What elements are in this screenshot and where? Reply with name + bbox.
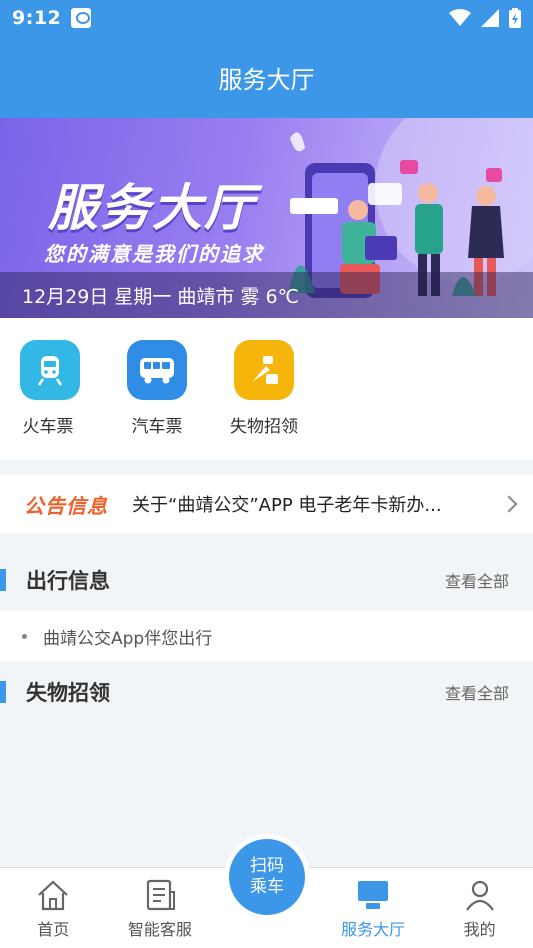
notice-text: 关于“曲靖公交”APP 电子老年卡新办...	[132, 495, 442, 516]
list-item[interactable]: 曲靖公交App伴您出行	[0, 611, 533, 661]
bullet-icon	[22, 633, 27, 639]
battery-icon	[509, 8, 521, 28]
tab-service[interactable]: 智能客服	[107, 868, 214, 948]
wifi-icon	[449, 9, 471, 26]
date-weather-text: 12月29日 星期一 曲靖市 雾 6℃	[22, 285, 299, 308]
tab-hall[interactable]: 服务大厅	[320, 868, 427, 948]
scan-ride-circle: 扫码 乘车	[229, 839, 305, 915]
chevron-right-icon	[500, 495, 518, 513]
scan-line1: 扫码	[250, 856, 284, 876]
bus-ticket-label: 汽车票	[131, 417, 183, 437]
home-icon	[38, 880, 69, 911]
train-ticket-link[interactable]: 火车票	[20, 340, 127, 460]
banner-slogan: 您的满意是我们的追求	[44, 242, 264, 266]
page-header: 服务大厅	[0, 36, 533, 118]
lost-found-title: 失物招领	[26, 681, 110, 705]
lost-found-link[interactable]: 失物招领	[230, 340, 341, 460]
notice-bar[interactable]: 公告信息 关于“曲靖公交”APP 电子老年卡新办...	[0, 475, 533, 533]
tab-home-label: 首页	[37, 920, 70, 939]
quick-links: 火车票 汽车票 失物招领	[0, 318, 533, 460]
section-accent	[0, 569, 6, 591]
train-icon	[20, 340, 80, 400]
document-icon	[146, 879, 175, 911]
lost-found-more-link[interactable]: 查看全部	[445, 680, 509, 704]
scan-ride-button[interactable]: 扫码 乘车	[224, 834, 310, 920]
banner-title: 服务大厅	[48, 179, 256, 237]
weather-strip: 12月29日 星期一 曲靖市 雾 6℃	[0, 272, 533, 318]
page-title: 服务大厅	[218, 65, 315, 94]
tab-hall-label: 服务大厅	[341, 920, 406, 939]
hall-icon	[358, 881, 389, 909]
notice-tag: 公告信息	[24, 493, 108, 518]
travel-info-item-text: 曲靖公交App伴您出行	[43, 628, 213, 649]
travel-info-header: 出行信息 查看全部	[0, 552, 533, 608]
banner[interactable]: 服务大厅 您的满意是我们的追求 12月29日 星期一 曲靖市 雾 6℃	[0, 118, 533, 318]
bus-icon	[127, 340, 187, 400]
lost-found-icon	[234, 340, 294, 400]
status-time: 9:12	[12, 7, 62, 29]
signal-icon	[481, 9, 499, 27]
status-bar: 9:12	[0, 0, 533, 36]
notification-icon	[71, 8, 92, 28]
section-accent	[0, 681, 6, 703]
lost-found-header: 失物招领 查看全部	[0, 664, 533, 720]
bus-ticket-link[interactable]: 汽车票	[127, 340, 234, 460]
lost-found-label: 失物招领	[230, 417, 298, 437]
tab-mine[interactable]: 我的	[426, 868, 533, 948]
tab-service-label: 智能客服	[127, 920, 192, 939]
tab-mine-label: 我的	[463, 920, 496, 939]
scan-line2: 乘车	[250, 877, 284, 897]
train-ticket-label: 火车票	[22, 417, 74, 437]
travel-info-title: 出行信息	[26, 569, 110, 593]
tab-home[interactable]: 首页	[0, 868, 107, 948]
travel-info-more-link[interactable]: 查看全部	[445, 568, 509, 592]
user-icon	[465, 880, 494, 911]
